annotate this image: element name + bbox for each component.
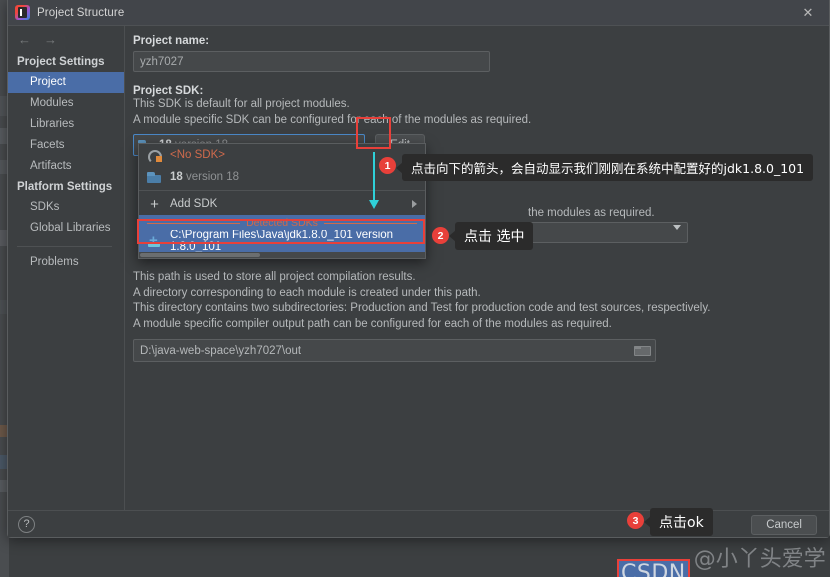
- sdk-option-add-sdk-label: Add SDK: [170, 198, 218, 210]
- compiler-output-path-input[interactable]: D:\java-web-space\yzh7027\out: [133, 339, 656, 362]
- intellij-idea-icon: [15, 5, 30, 20]
- annotation-badge-1: 1: [379, 157, 396, 174]
- hidden-desc-tail: the modules as required.: [528, 207, 655, 219]
- sidebar: ← → Project Settings Project Modules Lib…: [8, 26, 125, 510]
- project-name-input[interactable]: yzh7027: [133, 51, 490, 72]
- pointer-arrow-line: [373, 152, 375, 204]
- highlight-box-detected-sdk: [137, 219, 425, 244]
- pointer-arrow-head: [369, 200, 379, 209]
- compiler-output-path-value: D:\java-web-space\yzh7027\out: [140, 344, 302, 357]
- chevron-right-icon: [412, 200, 417, 208]
- sdk-desc-line-1: This SDK is default for all project modu…: [133, 98, 350, 110]
- sidebar-item-problems[interactable]: Problems: [8, 252, 124, 273]
- sdk-option-no-sdk-label: <No SDK>: [170, 149, 225, 161]
- csdn-watermark: CSDN @小丫头爱学习: [617, 541, 830, 577]
- annotation-callout-2: 点击 选中: [455, 222, 534, 250]
- sidebar-item-project[interactable]: Project: [8, 72, 124, 93]
- nav-arrows: ← →: [8, 26, 124, 52]
- forward-arrow-icon[interactable]: →: [44, 32, 57, 47]
- dialog-body: ← → Project Settings Project Modules Lib…: [8, 26, 829, 510]
- sidebar-divider: [17, 246, 112, 247]
- popup-divider: [139, 190, 425, 191]
- annotation-badge-3: 3: [627, 512, 644, 529]
- dialog-titlebar: Project Structure ✕: [8, 0, 829, 26]
- annotation-callout-3: 点击ok: [650, 508, 713, 536]
- sidebar-group-platform-settings: Platform Settings: [17, 181, 113, 193]
- compiler-desc-line-3: This directory contains two subdirectori…: [133, 302, 711, 314]
- project-language-level-combobox[interactable]: [528, 222, 688, 247]
- sidebar-item-global-libraries[interactable]: Global Libraries: [8, 218, 124, 239]
- sdk-option-18-label: 18 version 18: [170, 171, 239, 183]
- popup-horizontal-scrollbar[interactable]: [139, 252, 425, 258]
- project-name-value: yzh7027: [140, 55, 184, 68]
- sidebar-item-libraries[interactable]: Libraries: [8, 114, 124, 135]
- sidebar-item-modules[interactable]: Modules: [8, 93, 124, 114]
- highlight-box-dropdown-arrow: [356, 117, 391, 149]
- chevron-down-icon: [673, 225, 681, 248]
- folder-browse-icon[interactable]: [634, 345, 651, 356]
- plus-icon: +: [150, 195, 159, 213]
- screen: Project Structure ✕ ← → Project Settings…: [0, 0, 830, 577]
- sdk-option-18-detail: version 18: [186, 171, 240, 183]
- annotation-callout-1: 点击向下的箭头，会自动显示我们刚刚在系统中配置好的jdk1.8.0_101: [402, 154, 814, 181]
- dialog-title: Project Structure: [37, 6, 125, 19]
- watermark-brand: CSDN: [617, 558, 690, 577]
- project-sdk-label: Project SDK:: [133, 85, 204, 97]
- sdk-option-add-sdk[interactable]: + Add SDK: [139, 193, 425, 215]
- main-content: Project name: yzh7027 Project SDK: This …: [125, 26, 829, 510]
- sdk-desc-line-2: A module specific SDK can be configured …: [133, 113, 532, 126]
- sdk-option-18-version: 18: [170, 171, 183, 183]
- watermark-handle: @小丫头爱学习: [693, 547, 826, 572]
- cancel-button[interactable]: Cancel: [751, 515, 817, 535]
- compiler-desc-line-1: This path is used to store all project c…: [133, 271, 416, 283]
- sidebar-item-artifacts[interactable]: Artifacts: [8, 156, 124, 177]
- no-sdk-icon: [147, 149, 162, 164]
- close-icon[interactable]: ✕: [787, 0, 829, 26]
- project-structure-dialog: Project Structure ✕ ← → Project Settings…: [7, 0, 830, 538]
- help-icon[interactable]: ?: [18, 515, 35, 533]
- annotation-badge-2: 2: [432, 227, 449, 244]
- project-name-label: Project name:: [133, 35, 210, 47]
- sidebar-item-facets[interactable]: Facets: [8, 135, 124, 156]
- sidebar-group-project-settings: Project Settings: [17, 56, 105, 68]
- compiler-desc-line-2: A directory corresponding to each module…: [133, 286, 481, 299]
- back-arrow-icon[interactable]: ←: [18, 32, 31, 47]
- folder-icon: [147, 171, 162, 184]
- footer-buttons: Cancel: [751, 515, 817, 535]
- compiler-desc-line-4: A module specific compiler output path c…: [133, 317, 612, 330]
- sidebar-item-sdks[interactable]: SDKs: [8, 197, 124, 218]
